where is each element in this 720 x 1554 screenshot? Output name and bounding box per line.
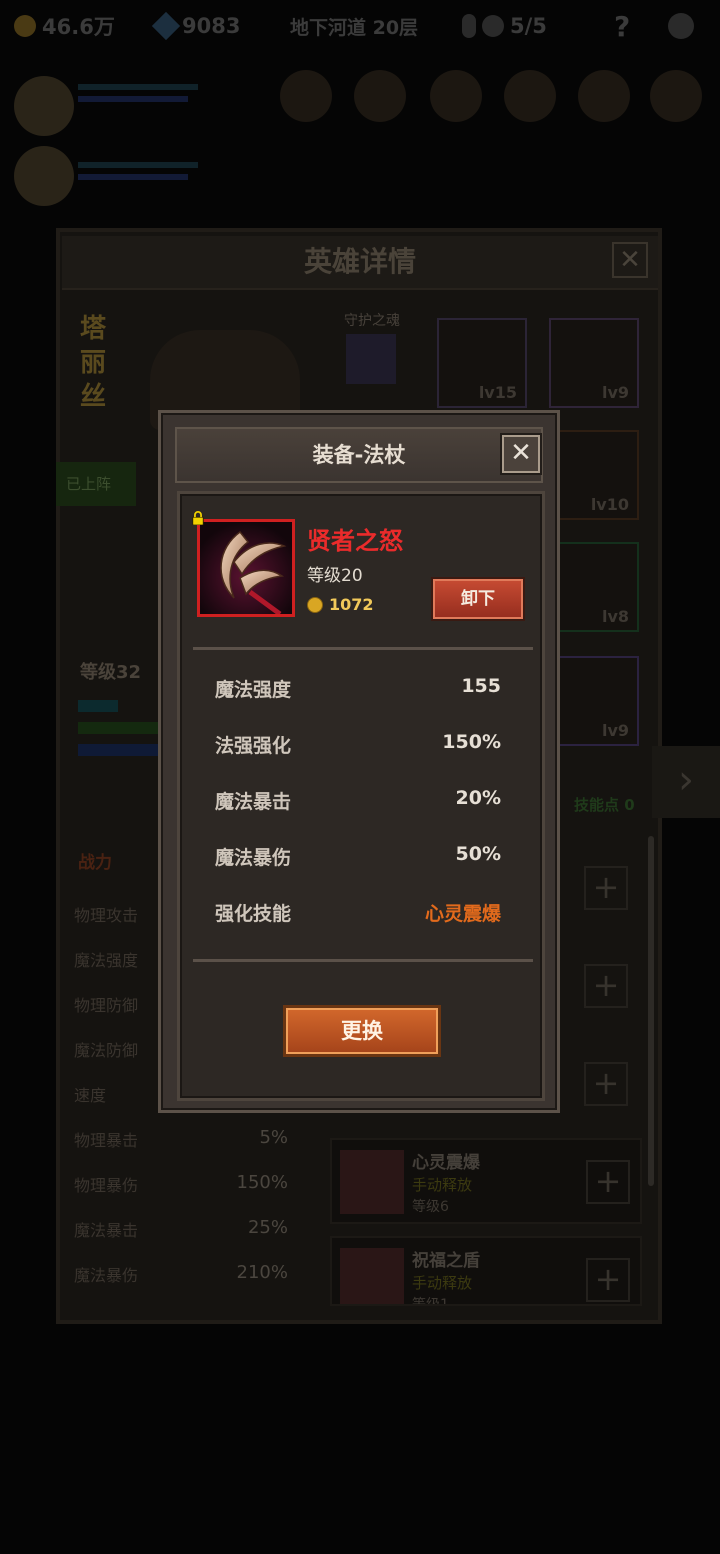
hero-avatar[interactable] <box>14 76 74 136</box>
guard-soul-label: 守护之魂 <box>344 313 400 329</box>
item-level: 等级20 <box>307 566 363 586</box>
modal-title: 装备-法杖 <box>312 443 406 467</box>
item-price: 1072 <box>307 595 374 614</box>
stat-row: 魔法暴伤 210% <box>74 1262 288 1285</box>
attribute-label: 法强强化 <box>215 735 292 757</box>
attribute-label: 魔法强度 <box>215 679 292 701</box>
enhanced-skill-value: 心灵震爆 <box>424 903 501 925</box>
modal-close-button[interactable]: ✕ <box>502 435 540 473</box>
enemy-icon[interactable] <box>354 70 406 122</box>
attribute-label: 强化技能 <box>215 903 292 925</box>
skill-row[interactable]: 祝福之盾 手动释放 等级1 + <box>330 1236 642 1306</box>
skill-name: 心灵震爆 <box>412 1153 480 1173</box>
enemy-icon[interactable] <box>504 70 556 122</box>
modal-header: 装备-法杖 <box>175 427 543 483</box>
hero-hp-bar <box>78 162 198 168</box>
divider <box>193 959 533 962</box>
attribute-value: 20% <box>455 787 501 809</box>
skill-name: 祝福之盾 <box>412 1251 480 1271</box>
combat-power-label: 战力 <box>78 853 112 873</box>
equip-slot-armor[interactable]: lv10 <box>549 430 639 520</box>
enemy-icon[interactable] <box>650 70 702 122</box>
mp-bar <box>78 744 158 756</box>
gear-icon <box>668 13 694 39</box>
skill-list-scrollbar[interactable] <box>648 836 654 1186</box>
guard-soul-icon[interactable] <box>346 334 396 384</box>
attribute-value: 150% <box>442 731 501 753</box>
attribute-label: 魔法暴伤 <box>215 847 292 869</box>
equipment-modal: 装备-法杖 ✕ 贤者之怒 等级20 1072 卸下 魔法强度 155 法强强化 … <box>158 410 560 1113</box>
gold-amount: 46.6万 <box>42 15 115 39</box>
attribute-row: 魔法强度 155 <box>215 675 501 705</box>
skill-icon <box>340 1248 404 1304</box>
attribute-value: 50% <box>455 843 501 865</box>
stat-row: 物理暴击 5% <box>74 1127 288 1150</box>
gold-coin-icon <box>14 15 36 37</box>
weapon-item-icon <box>197 519 295 617</box>
equip-slot-shield[interactable]: lv9 <box>549 656 639 746</box>
skill-level: 等级1 <box>412 1297 449 1306</box>
gem-counter: 9083 <box>151 11 241 41</box>
help-button[interactable]: ? <box>614 10 630 43</box>
hero-name: 塔丽丝 <box>80 314 107 412</box>
hero-detail-close-button[interactable]: ✕ <box>612 242 648 278</box>
skill-row[interactable]: 心灵震爆 手动释放 等级6 + <box>330 1138 642 1224</box>
claw-staff-icon <box>200 522 292 617</box>
settings-button[interactable] <box>668 13 694 39</box>
skill-level: 等级6 <box>412 1199 449 1215</box>
attribute-row: 魔法暴击 20% <box>215 787 501 817</box>
equip-slot-ring[interactable]: lv8 <box>549 542 639 632</box>
key-amount: 5/5 <box>510 14 547 38</box>
hero-mp-bar <box>78 96 188 102</box>
skill-upgrade-button[interactable]: + <box>584 1062 628 1106</box>
equip-slot-accessory[interactable]: lv9 <box>549 318 639 408</box>
skill-mode: 手动释放 <box>412 1176 473 1194</box>
unequip-button[interactable]: 卸下 <box>433 579 523 619</box>
hero-mp-bar <box>78 174 188 180</box>
gem-icon <box>151 11 181 41</box>
skill-upgrade-button[interactable]: + <box>584 866 628 910</box>
hero-detail-title: 英雄详情 <box>62 236 658 290</box>
hero-hp-bar <box>78 84 198 90</box>
key-icon <box>462 14 476 38</box>
deployed-tag: 已上阵 <box>56 462 136 506</box>
attribute-row: 魔法暴伤 50% <box>215 843 501 873</box>
skill-upgrade-button[interactable]: + <box>584 964 628 1008</box>
location-label: 地下河道 20层 <box>290 16 419 39</box>
hero-level: 等级32 <box>80 662 142 683</box>
enemy-icon[interactable] <box>430 70 482 122</box>
key-counter: 5/5 <box>462 14 547 38</box>
attribute-value: 155 <box>461 675 501 697</box>
attribute-label: 魔法暴击 <box>215 791 292 813</box>
stat-row: 魔法暴击 25% <box>74 1217 288 1240</box>
hp-bar <box>78 722 158 734</box>
equip-slot-helmet[interactable]: lv15 <box>437 318 527 408</box>
gold-counter: 46.6万 <box>14 11 115 41</box>
divider <box>193 647 533 650</box>
enemy-icon[interactable] <box>280 70 332 122</box>
gem-amount: 9083 <box>182 14 241 38</box>
attribute-row: 法强强化 150% <box>215 731 501 761</box>
next-hero-arrow-button[interactable]: › <box>652 746 720 818</box>
skill-points: 技能点 0 <box>574 796 635 814</box>
skull-icon <box>482 15 504 37</box>
top-resource-bar: 46.6万 9083 地下河道 20层 5/5 ? <box>0 0 720 52</box>
stat-row: 物理暴伤 150% <box>74 1172 288 1195</box>
item-name: 贤者之怒 <box>307 527 403 555</box>
exp-bar <box>78 700 118 712</box>
skill-icon <box>340 1150 404 1214</box>
skill-upgrade-button[interactable]: + <box>586 1160 630 1204</box>
replace-button[interactable]: 更换 <box>283 1005 441 1057</box>
gold-coin-icon <box>307 596 323 613</box>
enemy-icon[interactable] <box>578 70 630 122</box>
lock-icon[interactable] <box>191 511 205 525</box>
skill-upgrade-button[interactable]: + <box>586 1258 630 1302</box>
hero-avatar[interactable] <box>14 146 74 206</box>
skill-mode: 手动释放 <box>412 1274 473 1292</box>
attribute-row: 强化技能 心灵震爆 <box>215 899 501 929</box>
